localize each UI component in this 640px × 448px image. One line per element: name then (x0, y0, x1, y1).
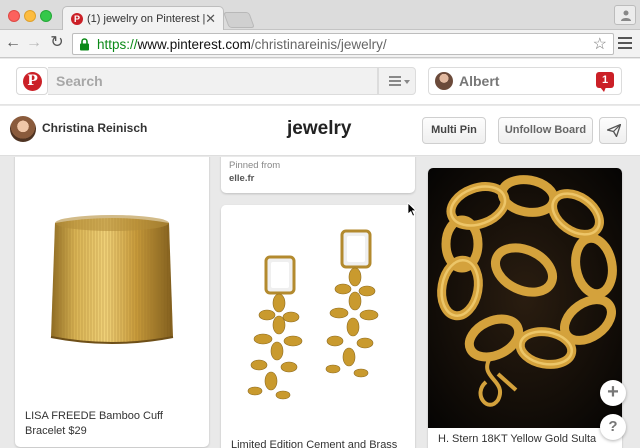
browser-titlebar: P (1) jewelry on Pinterest | 83 ✕ (0, 0, 640, 31)
chevron-down-icon (404, 80, 410, 84)
board-owner-name[interactable]: Christina Reinisch (42, 121, 147, 135)
browser-profile-button[interactable] (614, 5, 636, 25)
pinterest-header: P Search Albert 1 (0, 59, 640, 105)
browser-tab[interactable]: P (1) jewelry on Pinterest | 83 ✕ (62, 6, 224, 31)
search-filter-dropdown[interactable] (378, 67, 416, 95)
pinterest-favicon-icon: P (71, 13, 83, 25)
new-tab-button[interactable] (223, 12, 255, 28)
tab-close-icon[interactable]: ✕ (205, 11, 216, 27)
pin-caption-line: Bracelet $29 (25, 425, 87, 437)
pin-grid: LISA FREEDE Bamboo Cuff Bracelet $29 Pin… (0, 157, 640, 448)
cuff-bracelet-image[interactable] (15, 157, 209, 397)
mouse-cursor-icon (407, 202, 417, 217)
pinned-from-label: Pinned from (229, 160, 281, 171)
list-icon (389, 76, 401, 88)
user-name: Albert (459, 73, 500, 89)
page-title: jewelry (287, 118, 352, 139)
unfollow-board-button[interactable]: Unfollow Board (498, 117, 593, 144)
pin-caption: Limited Edition Cement and Brass (231, 439, 398, 448)
board-owner-avatar[interactable] (10, 116, 36, 142)
notification-badge[interactable]: 1 (596, 72, 614, 92)
help-button[interactable]: ? (600, 414, 626, 440)
multi-pin-button[interactable]: Multi Pin (422, 117, 486, 144)
bookmark-star-icon[interactable]: ☆ (593, 34, 607, 54)
window-close-button[interactable] (8, 10, 20, 22)
url-scheme: https:// (97, 37, 138, 52)
back-button[interactable]: ← (4, 34, 22, 52)
browser-menu-icon[interactable] (618, 37, 632, 50)
pin-caption: LISA FREEDE Bamboo Cuff Bracelet $29 (25, 409, 163, 439)
avatar (435, 72, 453, 90)
address-bar[interactable]: https://www.pinterest.com/christinareini… (72, 33, 614, 55)
url-path: /christinareinis/jewelry/ (250, 37, 387, 52)
pin-card[interactable]: Limited Edition Cement and Brass (221, 205, 415, 448)
window-maximize-button[interactable] (40, 10, 52, 22)
pinned-from-source[interactable]: elle.fr (229, 173, 254, 184)
pin-caption-line: LISA FREEDE Bamboo Cuff (25, 410, 163, 422)
url-text: https://www.pinterest.com/christinareini… (97, 37, 387, 52)
window-minimize-button[interactable] (24, 10, 36, 22)
chain-bracelet-image[interactable] (428, 168, 622, 428)
pin-card[interactable]: LISA FREEDE Bamboo Cuff Bracelet $29 (15, 157, 209, 447)
send-board-button[interactable] (599, 117, 627, 144)
lock-icon (80, 38, 89, 51)
pinterest-logo-icon: P (23, 72, 42, 91)
earrings-image[interactable] (221, 205, 415, 430)
reload-button[interactable]: ↻ (48, 34, 66, 52)
add-pin-button[interactable]: + (600, 380, 626, 406)
send-icon (607, 124, 621, 137)
forward-button[interactable]: → (25, 34, 43, 52)
pin-caption: H. Stern 18KT Yellow Gold Sulta (438, 433, 597, 445)
user-profile-button[interactable]: Albert (428, 67, 622, 95)
pin-card[interactable]: H. Stern 18KT Yellow Gold Sulta (428, 168, 622, 448)
search-input[interactable]: Search (48, 67, 378, 95)
board-header: Christina Reinisch jewelry Multi Pin Unf… (0, 106, 640, 156)
url-host: www.pinterest.com (137, 37, 251, 52)
tab-title: (1) jewelry on Pinterest | 83 (87, 13, 205, 25)
pinterest-logo-button[interactable]: P (16, 67, 48, 95)
person-icon (621, 10, 631, 21)
pin-card[interactable]: Pinned from elle.fr (221, 157, 415, 193)
browser-toolbar: ← → ↻ https://www.pinterest.com/christin… (0, 30, 640, 58)
